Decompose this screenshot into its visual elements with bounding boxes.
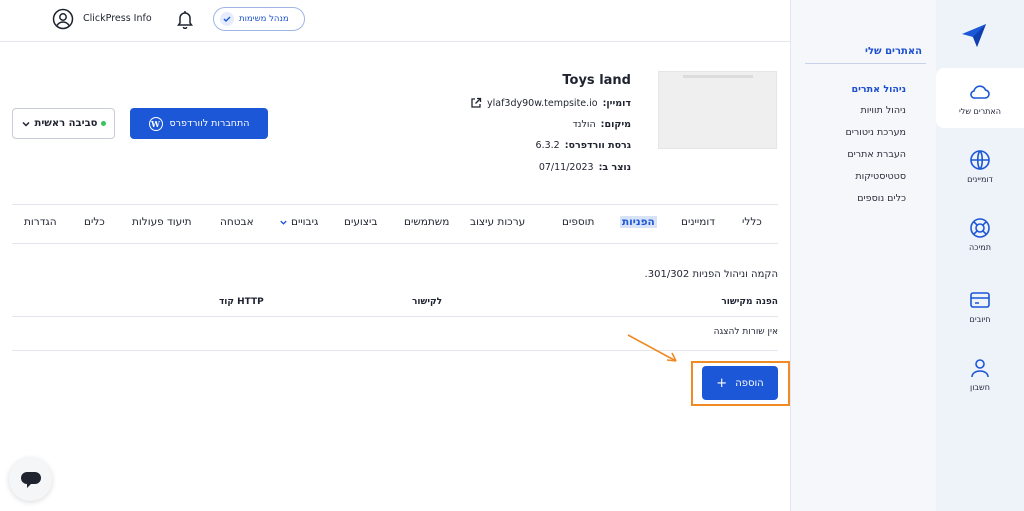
nav-label: דומיינים bbox=[967, 175, 993, 184]
column-header-http-code: קוד HTTP bbox=[219, 297, 264, 307]
chat-widget-button[interactable] bbox=[9, 458, 52, 501]
bell-icon[interactable] bbox=[176, 9, 194, 29]
nav-label: תמיכה bbox=[969, 243, 991, 252]
tab-themes[interactable]: ערכות עיצוב bbox=[470, 216, 525, 228]
tab-security[interactable]: אבטחה bbox=[220, 216, 254, 228]
environment-label: סביבה ראשית bbox=[34, 118, 98, 129]
domain-label: דומיין: bbox=[602, 97, 631, 109]
subnav-item-statistics[interactable]: סטטיסטיקות bbox=[855, 171, 906, 182]
check-icon bbox=[220, 12, 234, 26]
tab-settings[interactable]: הגדרות bbox=[24, 216, 57, 228]
nav-my-sites[interactable]: האתרים שלי bbox=[936, 80, 1024, 116]
tab-backups[interactable]: גיבויים bbox=[279, 216, 318, 228]
task-manager-button[interactable]: מנהל משימות bbox=[213, 7, 305, 31]
tab-users[interactable]: משתמשים bbox=[404, 216, 449, 228]
domain-link[interactable]: ylaf3dy90w.tempsite.io bbox=[487, 98, 598, 109]
tab-domains[interactable]: דומיינים bbox=[681, 216, 715, 228]
tab-general[interactable]: כללי bbox=[742, 216, 762, 228]
subnav-title: האתרים שלי bbox=[865, 46, 922, 57]
tab-backups-label: גיבויים bbox=[291, 216, 319, 228]
organization-name[interactable]: ClickPress Info bbox=[83, 13, 152, 24]
subnav-item-more-tools[interactable]: כלים נוספים bbox=[857, 193, 906, 204]
chevron-down-icon bbox=[280, 220, 287, 225]
site-name: Toys land bbox=[562, 73, 631, 88]
tab-plugins[interactable]: תוספים bbox=[562, 216, 594, 228]
site-location-row: מיקום: הולנד bbox=[572, 119, 631, 130]
tab-activity-log[interactable]: תיעוד פעולות bbox=[132, 216, 191, 228]
main-nav-rail: האתרים שלי דומיינים תמיכה חיובים חשבון bbox=[936, 0, 1024, 511]
credit-card-icon bbox=[970, 292, 990, 308]
chevron-down-icon bbox=[22, 121, 30, 127]
chat-icon bbox=[20, 471, 41, 488]
nav-billing[interactable]: חיובים bbox=[936, 288, 1024, 324]
wordpress-login-label: התחברות לוורדפרס bbox=[169, 118, 250, 129]
cloud-icon bbox=[970, 85, 990, 99]
nav-domains[interactable]: דומיינים bbox=[936, 148, 1024, 184]
globe-icon bbox=[970, 150, 990, 170]
site-thumbnail bbox=[658, 71, 777, 149]
subnav-item-manage-sites[interactable]: ניהול אתרים bbox=[852, 84, 906, 95]
empty-table-message: אין שורות להצגה bbox=[713, 327, 778, 337]
column-header-to: לקישור bbox=[412, 297, 443, 307]
add-redirect-button[interactable]: + הוספה bbox=[702, 366, 778, 400]
sites-subnav: האתרים שלי ניהול אתרים ניהול תוויות מערכ… bbox=[790, 0, 936, 511]
nav-label: האתרים שלי bbox=[959, 107, 1001, 116]
subnav-divider bbox=[805, 63, 926, 64]
tab-performance[interactable]: ביצועים bbox=[344, 216, 377, 228]
top-bar: ClickPress Info מנהל משימות bbox=[0, 0, 790, 42]
created-label: נוצר ב: bbox=[598, 162, 631, 173]
tab-tools[interactable]: כלים bbox=[84, 216, 105, 228]
wp-version-value: 6.3.2 bbox=[535, 140, 560, 151]
wp-version-label: גרסת וורדפרס: bbox=[564, 140, 631, 151]
subnav-item-manage-labels[interactable]: ניהול תוויות bbox=[860, 105, 906, 116]
column-header-from: הפנה מקישור bbox=[721, 297, 778, 307]
tab-redirects[interactable]: הפניות bbox=[620, 216, 657, 228]
site-created-row: נוצר ב: 07/11/2023 bbox=[539, 162, 631, 173]
wordpress-icon: W bbox=[148, 116, 163, 131]
site-domain-row: דומיין: ylaf3dy90w.tempsite.io bbox=[470, 97, 631, 109]
environment-select[interactable]: סביבה ראשית bbox=[12, 108, 115, 139]
send-logo-icon[interactable] bbox=[959, 20, 989, 50]
wordpress-login-button[interactable]: W התחברות לוורדפרס bbox=[130, 108, 268, 139]
lifebuoy-icon bbox=[970, 218, 990, 238]
location-value: הולנד bbox=[572, 119, 596, 130]
site-wp-version-row: גרסת וורדפרס: 6.3.2 bbox=[536, 140, 631, 151]
redirects-description: הקמה וניהול הפניות 301/302. bbox=[644, 269, 778, 280]
environment-status-dot bbox=[100, 121, 106, 126]
external-link-icon[interactable] bbox=[470, 97, 482, 109]
user-circle-icon[interactable] bbox=[52, 8, 74, 30]
nav-label: חשבון bbox=[970, 383, 990, 392]
subnav-item-migration[interactable]: העברת אתרים bbox=[847, 149, 906, 160]
plus-icon: + bbox=[716, 375, 728, 391]
nav-account[interactable]: חשבון bbox=[936, 356, 1024, 392]
subnav-item-monitoring[interactable]: מערכת ניטורים bbox=[845, 127, 906, 138]
created-value: 07/11/2023 bbox=[538, 162, 594, 173]
nav-label: חיובים bbox=[969, 315, 991, 324]
task-manager-label: מנהל משימות bbox=[239, 14, 289, 24]
user-icon bbox=[971, 359, 989, 378]
add-redirect-label: הוספה bbox=[735, 377, 764, 389]
location-label: מיקום: bbox=[600, 119, 631, 130]
annotation-arrow bbox=[627, 334, 677, 362]
nav-support[interactable]: תמיכה bbox=[936, 216, 1024, 252]
